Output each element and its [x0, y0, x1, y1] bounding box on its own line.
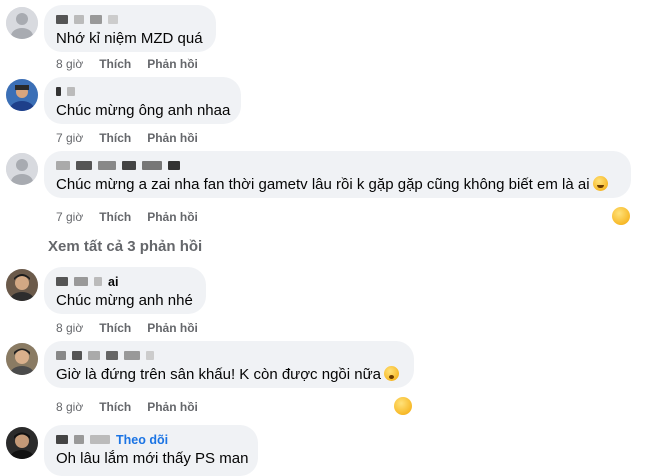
comment-time[interactable]: 8 giờ — [56, 400, 83, 414]
commenter-name: Theo dõi — [56, 432, 246, 447]
reply-button[interactable]: Phản hồi — [147, 321, 198, 335]
comment-actions: 7 giờ Thích Phản hồi — [56, 210, 198, 224]
comment-bubble: Chúc mừng ông anh nhaa — [44, 77, 241, 124]
like-button[interactable]: Thích — [99, 210, 131, 224]
comment-text: Chúc mừng ông anh nhaa — [56, 102, 231, 119]
comment-bubble: Nhớ kỉ niệm MZD quá — [44, 5, 216, 52]
reply-button[interactable]: Phản hồi — [147, 400, 198, 414]
comment-actions: 8 giờ Thích Phản hồi — [56, 400, 198, 414]
comment-actions: 8 giờ Thích Phản hồi — [56, 321, 198, 335]
commenter-name-visible: ai — [108, 274, 119, 289]
avatar[interactable] — [6, 343, 38, 375]
comment-text-content: Chúc mừng a zai nha fan thời gametv lâu … — [56, 176, 590, 193]
like-button[interactable]: Thích — [99, 321, 131, 335]
comment-time[interactable]: 7 giờ — [56, 131, 83, 145]
commenter-name[interactable] — [56, 84, 229, 99]
reply-button[interactable]: Phản hồi — [147, 210, 198, 224]
follow-link[interactable]: Theo dõi — [116, 433, 168, 447]
like-button[interactable]: Thích — [99, 131, 131, 145]
comment-time[interactable]: 7 giờ — [56, 210, 83, 224]
comment-text: Oh lâu lắm mới thấy PS man — [56, 450, 249, 467]
reply-button[interactable]: Phản hồi — [147, 131, 198, 145]
comment-actions: 7 giờ Thích Phản hồi — [56, 131, 198, 145]
reply-button[interactable]: Phản hồi — [147, 57, 198, 71]
avatar[interactable] — [6, 153, 38, 185]
comment-text: Chúc mừng anh nhé — [56, 292, 193, 309]
comment-bubble: Giờ là đứng trên sân khấu! K còn được ng… — [44, 341, 414, 388]
see-all-replies-link[interactable]: Xem tất cả 3 phản hồi — [48, 238, 202, 255]
comment-text: Giờ là đứng trên sân khấu! K còn được ng… — [56, 365, 402, 385]
avatar[interactable] — [6, 269, 38, 301]
commenter-name[interactable] — [56, 12, 204, 27]
like-button[interactable]: Thích — [99, 400, 131, 414]
comment-bubble: ai Chúc mừng anh nhé — [44, 267, 206, 314]
comment-text-content: Giờ là đứng trên sân khấu! K còn được ng… — [56, 366, 381, 383]
hushed-emoji-icon — [383, 366, 399, 381]
haha-reaction-icon[interactable] — [612, 207, 630, 225]
comment-bubble: Theo dõi Oh lâu lắm mới thấy PS man — [44, 425, 258, 476]
commenter-name[interactable] — [56, 158, 619, 173]
comment-text: Chúc mừng a zai nha fan thời gametv lâu … — [56, 175, 619, 195]
comment-bubble: Chúc mừng a zai nha fan thời gametv lâu … — [44, 151, 631, 198]
like-button[interactable]: Thích — [99, 57, 131, 71]
grin-emoji-icon — [592, 176, 608, 191]
avatar[interactable] — [6, 427, 38, 459]
comment-time[interactable]: 8 giờ — [56, 321, 83, 335]
avatar[interactable] — [6, 79, 38, 111]
comment-time[interactable]: 8 giờ — [56, 57, 83, 71]
comment-text: Nhớ kỉ niệm MZD quá — [56, 30, 203, 47]
commenter-name[interactable]: ai — [56, 274, 194, 289]
comment-actions: 8 giờ Thích Phản hồi — [56, 57, 198, 71]
commenter-name[interactable] — [56, 348, 402, 363]
avatar[interactable] — [6, 7, 38, 39]
haha-reaction-icon[interactable] — [394, 397, 412, 415]
